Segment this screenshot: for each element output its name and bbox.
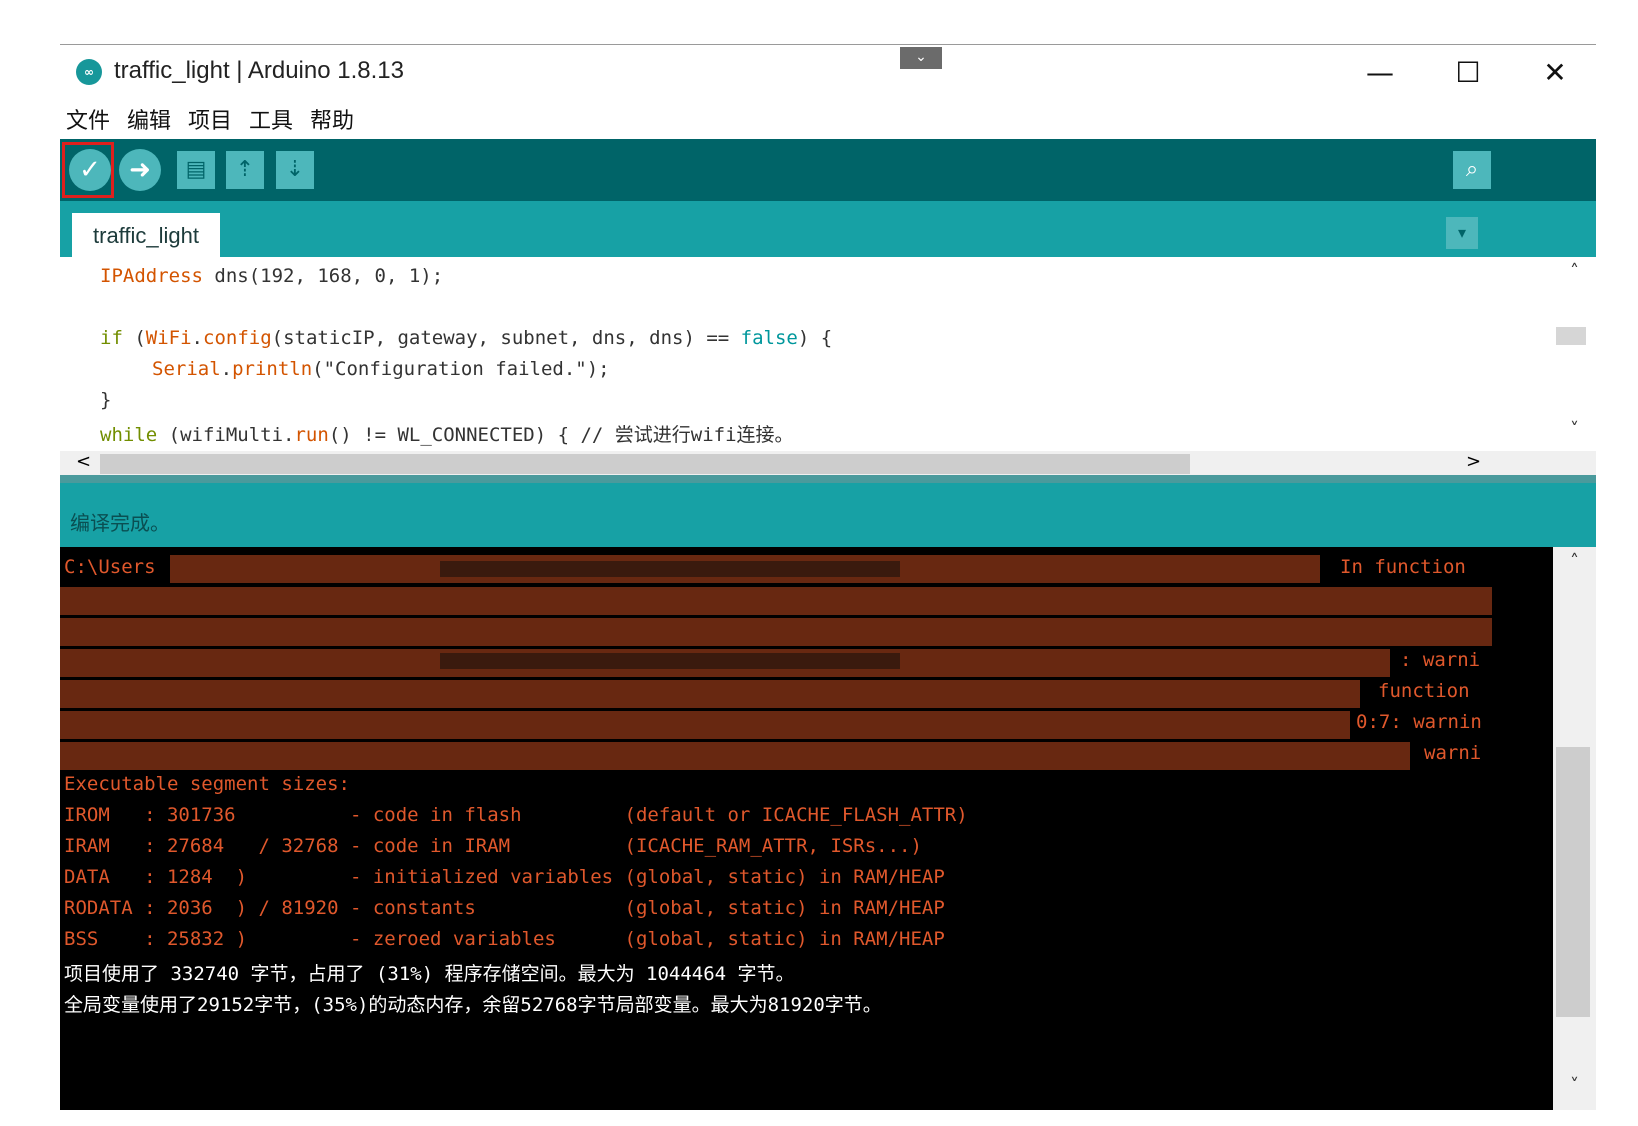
arrow-right-icon: ➜ bbox=[129, 155, 151, 185]
scroll-down-icon[interactable]: ˅ bbox=[1553, 419, 1596, 440]
console-line: : warni bbox=[1400, 649, 1481, 671]
title-bar: ∞ traffic_light | Arduino 1.8.13 ⌄ — ☐ ✕ bbox=[60, 45, 1596, 97]
magnifier-icon: ⌕ bbox=[1465, 157, 1479, 182]
maximize-button[interactable]: ☐ bbox=[1443, 53, 1493, 93]
redaction-bar bbox=[440, 561, 900, 577]
console-line: 0:7: warnin bbox=[1356, 711, 1482, 733]
scroll-right-icon[interactable]: > bbox=[1466, 451, 1481, 472]
menu-tools[interactable]: 工具 bbox=[249, 103, 293, 135]
console-line: DATA : 1284 ) - initialized variables (g… bbox=[64, 866, 945, 888]
scroll-down-icon[interactable]: ˅ bbox=[1553, 1075, 1596, 1096]
serial-monitor-button[interactable]: ⌕ bbox=[1453, 151, 1491, 189]
window-title: traffic_light | Arduino 1.8.13 bbox=[114, 57, 404, 84]
console-line: warni bbox=[1424, 742, 1482, 764]
new-sketch-button[interactable]: ▤ bbox=[177, 151, 215, 189]
console-line: In function bbox=[1340, 556, 1466, 578]
editor-h-scroll-thumb[interactable] bbox=[100, 454, 1190, 474]
redaction-bar bbox=[60, 618, 1492, 646]
menu-bar: 文件 编辑 项目 工具 帮助 bbox=[60, 97, 1596, 137]
console-line: 项目使用了 332740 字节，占用了 (31%) 程序存储空间。最大为 104… bbox=[64, 963, 795, 985]
open-button[interactable]: ⇡ bbox=[226, 151, 264, 189]
editor-scroll-thumb[interactable] bbox=[1556, 327, 1586, 345]
status-message: 编译完成。 bbox=[70, 511, 170, 535]
chevron-down-icon[interactable]: ⌄ bbox=[900, 47, 942, 69]
save-button[interactable]: ⇣ bbox=[276, 151, 314, 189]
close-button[interactable]: ✕ bbox=[1530, 53, 1580, 93]
scroll-up-icon[interactable]: ˄ bbox=[1553, 261, 1596, 282]
tab-menu-button[interactable]: ▾ bbox=[1446, 217, 1478, 249]
redacted-output bbox=[60, 553, 1550, 770]
redaction-bar bbox=[60, 587, 1492, 615]
console-line: RODATA : 2036 ) / 81920 - constants (glo… bbox=[64, 897, 945, 919]
console-line: Executable segment sizes: bbox=[64, 773, 350, 795]
console-line: 全局变量使用了29152字节，(35%)的动态内存，余留52768字节局部变量。… bbox=[64, 994, 882, 1016]
console-line: IROM : 301736 - code in flash (default o… bbox=[64, 804, 968, 826]
scroll-left-icon[interactable]: < bbox=[76, 451, 91, 472]
editor-vertical-scrollbar[interactable]: ˄ ˅ bbox=[1553, 257, 1596, 463]
editor-console-divider[interactable] bbox=[60, 475, 1596, 483]
code-line: IPAddress dns(192, 168, 0, 1); bbox=[100, 265, 444, 287]
arrow-up-icon: ⇡ bbox=[235, 157, 255, 182]
status-bar: 编译完成。 bbox=[60, 483, 1596, 547]
redaction-bar bbox=[60, 680, 1360, 708]
menu-edit[interactable]: 编辑 bbox=[127, 103, 171, 135]
redaction-bar bbox=[60, 711, 1350, 739]
redaction-bar bbox=[60, 742, 1410, 770]
menu-help[interactable]: 帮助 bbox=[310, 103, 354, 135]
code-editor[interactable]: IPAddress dns(192, 168, 0, 1); if (WiFi.… bbox=[60, 257, 1596, 477]
console-scroll-thumb[interactable] bbox=[1556, 747, 1590, 1017]
redaction-bar bbox=[440, 653, 900, 669]
output-console[interactable]: C:\Users In function : warni function 0:… bbox=[60, 547, 1596, 1110]
arduino-logo-icon: ∞ bbox=[76, 59, 102, 85]
code-line: while (wifiMulti.run() != WL_CONNECTED) … bbox=[100, 424, 794, 446]
console-line: IRAM : 27684 / 32768 - code in IRAM (ICA… bbox=[64, 835, 922, 857]
arrow-down-icon: ⇣ bbox=[285, 157, 305, 182]
code-line: Serial.println("Configuration failed."); bbox=[152, 358, 610, 380]
arduino-ide-window: ∞ traffic_light | Arduino 1.8.13 ⌄ — ☐ ✕… bbox=[60, 44, 1596, 1110]
console-line: BSS : 25832 ) - zeroed variables (global… bbox=[64, 928, 945, 950]
menu-project[interactable]: 项目 bbox=[188, 103, 232, 135]
toolbar: ✓ ➜ ▤ ⇡ ⇣ ⌕ bbox=[60, 139, 1596, 201]
upload-button[interactable]: ➜ bbox=[119, 149, 161, 191]
tab-traffic-light[interactable]: traffic_light bbox=[72, 213, 220, 257]
tab-bar: traffic_light ▾ bbox=[60, 201, 1596, 257]
code-line: } bbox=[100, 389, 112, 411]
editor-horizontal-scrollbar[interactable]: < > bbox=[60, 451, 1596, 477]
minimize-button[interactable]: — bbox=[1355, 53, 1405, 93]
code-line: if (WiFi.config(staticIP, gateway, subne… bbox=[100, 327, 833, 349]
console-line: function bbox=[1378, 680, 1470, 702]
highlight-box bbox=[62, 142, 114, 198]
menu-file[interactable]: 文件 bbox=[66, 103, 110, 135]
scroll-up-icon[interactable]: ˄ bbox=[1553, 551, 1596, 572]
console-line: C:\Users bbox=[64, 556, 156, 578]
document-icon: ▤ bbox=[185, 157, 207, 182]
